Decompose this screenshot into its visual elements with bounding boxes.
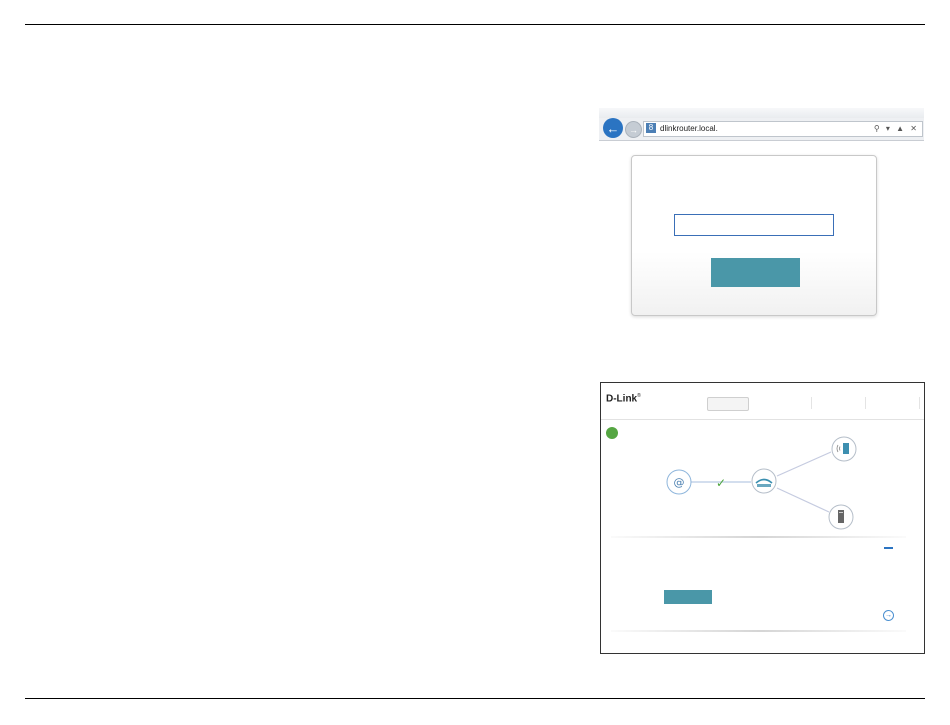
section-divider — [611, 536, 906, 538]
settings-button[interactable] — [664, 590, 712, 604]
back-arrow-icon: ← — [606, 120, 620, 136]
connection-line — [776, 451, 832, 477]
url-text: dlinkrouter.local. — [660, 124, 718, 133]
address-bar-icons[interactable]: ⚲ ▾ ▲ ✕ — [874, 122, 919, 136]
admin-password-input[interactable] — [674, 214, 834, 236]
bottom-rule — [25, 698, 925, 699]
wireless-client-icon[interactable] — [831, 436, 857, 462]
svg-text:@: @ — [674, 476, 685, 489]
wired-client-icon[interactable] — [828, 504, 854, 530]
forward-arrow-icon: → — [629, 124, 638, 135]
connection-line — [776, 487, 830, 513]
address-bar[interactable]: 8 dlinkrouter.local. ⚲ ▾ ▲ ✕ — [643, 121, 923, 137]
svg-text:✓: ✓ — [716, 476, 726, 490]
go-arrow-icon[interactable]: → — [883, 610, 894, 621]
site-favicon-icon: 8 — [646, 123, 656, 133]
top-rule — [25, 24, 925, 25]
section-divider — [611, 630, 906, 632]
log-in-button[interactable] — [711, 258, 800, 287]
login-panel — [631, 155, 877, 316]
connected-check-icon: ✓ — [716, 476, 726, 490]
collapse-icon[interactable] — [884, 547, 893, 549]
back-button[interactable]: ← — [603, 118, 623, 138]
router-home-page: D-Link® @ ✓ → — [600, 382, 925, 654]
router-icon[interactable] — [751, 468, 777, 494]
forward-button[interactable]: → — [625, 121, 642, 138]
internet-icon[interactable]: @ — [666, 469, 692, 495]
network-topology: @ ✓ — [666, 436, 857, 530]
browser-tab-strip — [599, 108, 924, 118]
